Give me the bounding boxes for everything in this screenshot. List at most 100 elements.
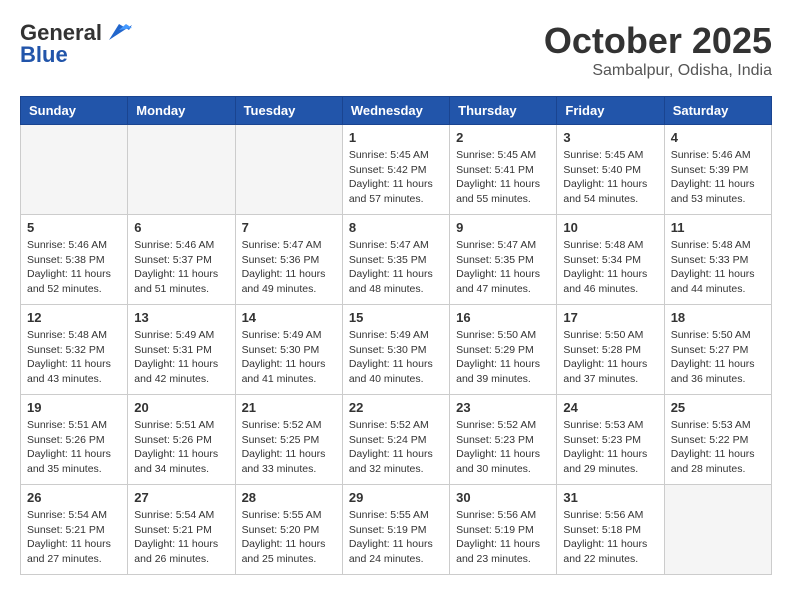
- day-number: 30: [456, 490, 550, 505]
- calendar-cell: 30 Sunrise: 5:56 AMSunset: 5:19 PMDayligh…: [450, 485, 557, 575]
- day-info: Sunrise: 5:55 AMSunset: 5:19 PMDaylight:…: [349, 508, 443, 567]
- month-title: October 2025: [544, 20, 772, 62]
- day-info: Sunrise: 5:49 AMSunset: 5:30 PMDaylight:…: [242, 328, 336, 387]
- calendar-cell: 14Sunrise: 5:49 AMSunset: 5:30 PMDayligh…: [235, 305, 342, 395]
- day-number: 12: [27, 310, 121, 325]
- calendar-cell: 31 Sunrise: 5:56 AMSunset: 5:18 PMDayligh…: [557, 485, 664, 575]
- day-info: Sunrise: 5:48 AMSunset: 5:33 PMDaylight:…: [671, 238, 765, 297]
- weekday-header-friday: Friday: [557, 97, 664, 125]
- weekday-header-thursday: Thursday: [450, 97, 557, 125]
- day-info: Sunrise: 5:49 AMSunset: 5:30 PMDaylight:…: [349, 328, 443, 387]
- weekday-header-wednesday: Wednesday: [342, 97, 449, 125]
- day-info: Sunrise: 5:52 AMSunset: 5:23 PMDaylight:…: [456, 418, 550, 477]
- day-number: 16: [456, 310, 550, 325]
- calendar-cell: 18 Sunrise: 5:50 AMSunset: 5:27 PMDayligh…: [664, 305, 771, 395]
- day-number: 15: [349, 310, 443, 325]
- day-info: Sunrise: 5:55 AMSunset: 5:20 PMDaylight:…: [242, 508, 336, 567]
- location-title: Sambalpur, Odisha, India: [544, 62, 772, 80]
- calendar-week-row: 12Sunrise: 5:48 AMSunset: 5:32 PMDayligh…: [21, 305, 772, 395]
- calendar-cell: 12Sunrise: 5:48 AMSunset: 5:32 PMDayligh…: [21, 305, 128, 395]
- day-number: 10: [563, 220, 657, 235]
- day-info: Sunrise: 5:52 AMSunset: 5:24 PMDaylight:…: [349, 418, 443, 477]
- day-number: 22: [349, 400, 443, 415]
- calendar-cell: 9 Sunrise: 5:47 AMSunset: 5:35 PMDaylight…: [450, 215, 557, 305]
- calendar-cell: 16 Sunrise: 5:50 AMSunset: 5:29 PMDayligh…: [450, 305, 557, 395]
- calendar-cell: [21, 125, 128, 215]
- calendar-cell: 2Sunrise: 5:45 AMSunset: 5:41 PMDaylight…: [450, 125, 557, 215]
- day-info: Sunrise: 5:50 AMSunset: 5:27 PMDaylight:…: [671, 328, 765, 387]
- calendar-cell: 7 Sunrise: 5:47 AMSunset: 5:36 PMDaylight…: [235, 215, 342, 305]
- day-number: 11: [671, 220, 765, 235]
- day-info: Sunrise: 5:46 AMSunset: 5:37 PMDaylight:…: [134, 238, 228, 297]
- day-info: Sunrise: 5:56 AMSunset: 5:19 PMDaylight:…: [456, 508, 550, 567]
- calendar-cell: 11 Sunrise: 5:48 AMSunset: 5:33 PMDayligh…: [664, 215, 771, 305]
- day-number: 28: [242, 490, 336, 505]
- day-number: 17: [563, 310, 657, 325]
- day-number: 19: [27, 400, 121, 415]
- weekday-header-tuesday: Tuesday: [235, 97, 342, 125]
- day-info: Sunrise: 5:51 AMSunset: 5:26 PMDaylight:…: [134, 418, 228, 477]
- calendar-cell: 13 Sunrise: 5:49 AMSunset: 5:31 PMDayligh…: [128, 305, 235, 395]
- day-info: Sunrise: 5:56 AMSunset: 5:18 PMDaylight:…: [563, 508, 657, 567]
- calendar-cell: 26 Sunrise: 5:54 AMSunset: 5:21 PMDayligh…: [21, 485, 128, 575]
- calendar-cell: [128, 125, 235, 215]
- day-number: 4: [671, 130, 765, 145]
- day-number: 8: [349, 220, 443, 235]
- calendar-cell: 20 Sunrise: 5:51 AMSunset: 5:26 PMDayligh…: [128, 395, 235, 485]
- calendar-cell: 5Sunrise: 5:46 AMSunset: 5:38 PMDaylight…: [21, 215, 128, 305]
- day-number: 24: [563, 400, 657, 415]
- header: General Blue October 2025 Sambalpur, Odi…: [20, 20, 772, 80]
- calendar-cell: 21Sunrise: 5:52 AMSunset: 5:25 PMDayligh…: [235, 395, 342, 485]
- calendar-week-row: 19 Sunrise: 5:51 AMSunset: 5:26 PMDayligh…: [21, 395, 772, 485]
- day-number: 7: [242, 220, 336, 235]
- day-number: 5: [27, 220, 121, 235]
- logo: General Blue: [20, 20, 134, 68]
- calendar-cell: 15 Sunrise: 5:49 AMSunset: 5:30 PMDayligh…: [342, 305, 449, 395]
- calendar-cell: 1Sunrise: 5:45 AMSunset: 5:42 PMDaylight…: [342, 125, 449, 215]
- day-number: 25: [671, 400, 765, 415]
- day-info: Sunrise: 5:53 AMSunset: 5:23 PMDaylight:…: [563, 418, 657, 477]
- day-number: 20: [134, 400, 228, 415]
- day-number: 2: [456, 130, 550, 145]
- weekday-header-sunday: Sunday: [21, 97, 128, 125]
- weekday-header-row: SundayMondayTuesdayWednesdayThursdayFrid…: [21, 97, 772, 125]
- calendar-cell: 29 Sunrise: 5:55 AMSunset: 5:19 PMDayligh…: [342, 485, 449, 575]
- day-number: 29: [349, 490, 443, 505]
- calendar-cell: 23Sunrise: 5:52 AMSunset: 5:23 PMDayligh…: [450, 395, 557, 485]
- logo-icon: [104, 22, 134, 44]
- day-number: 9: [456, 220, 550, 235]
- calendar-cell: [664, 485, 771, 575]
- weekday-header-monday: Monday: [128, 97, 235, 125]
- day-info: Sunrise: 5:52 AMSunset: 5:25 PMDaylight:…: [242, 418, 336, 477]
- day-number: 13: [134, 310, 228, 325]
- calendar-cell: 27Sunrise: 5:54 AMSunset: 5:21 PMDayligh…: [128, 485, 235, 575]
- day-number: 18: [671, 310, 765, 325]
- day-info: Sunrise: 5:47 AMSunset: 5:35 PMDaylight:…: [349, 238, 443, 297]
- day-info: Sunrise: 5:49 AMSunset: 5:31 PMDaylight:…: [134, 328, 228, 387]
- day-info: Sunrise: 5:54 AMSunset: 5:21 PMDaylight:…: [27, 508, 121, 567]
- calendar-cell: 8 Sunrise: 5:47 AMSunset: 5:35 PMDaylight…: [342, 215, 449, 305]
- day-info: Sunrise: 5:54 AMSunset: 5:21 PMDaylight:…: [134, 508, 228, 567]
- calendar-cell: 19 Sunrise: 5:51 AMSunset: 5:26 PMDayligh…: [21, 395, 128, 485]
- day-info: Sunrise: 5:46 AMSunset: 5:39 PMDaylight:…: [671, 148, 765, 207]
- calendar-week-row: 1Sunrise: 5:45 AMSunset: 5:42 PMDaylight…: [21, 125, 772, 215]
- calendar-cell: 4 Sunrise: 5:46 AMSunset: 5:39 PMDaylight…: [664, 125, 771, 215]
- calendar-cell: 10 Sunrise: 5:48 AMSunset: 5:34 PMDayligh…: [557, 215, 664, 305]
- day-info: Sunrise: 5:51 AMSunset: 5:26 PMDaylight:…: [27, 418, 121, 477]
- day-info: Sunrise: 5:53 AMSunset: 5:22 PMDaylight:…: [671, 418, 765, 477]
- day-info: Sunrise: 5:47 AMSunset: 5:36 PMDaylight:…: [242, 238, 336, 297]
- weekday-header-saturday: Saturday: [664, 97, 771, 125]
- calendar-cell: 6Sunrise: 5:46 AMSunset: 5:37 PMDaylight…: [128, 215, 235, 305]
- day-info: Sunrise: 5:50 AMSunset: 5:29 PMDaylight:…: [456, 328, 550, 387]
- calendar: SundayMondayTuesdayWednesdayThursdayFrid…: [20, 96, 772, 575]
- calendar-cell: 25 Sunrise: 5:53 AMSunset: 5:22 PMDayligh…: [664, 395, 771, 485]
- day-number: 26: [27, 490, 121, 505]
- day-info: Sunrise: 5:47 AMSunset: 5:35 PMDaylight:…: [456, 238, 550, 297]
- calendar-cell: 22 Sunrise: 5:52 AMSunset: 5:24 PMDayligh…: [342, 395, 449, 485]
- day-info: Sunrise: 5:48 AMSunset: 5:34 PMDaylight:…: [563, 238, 657, 297]
- logo-blue: Blue: [20, 42, 68, 68]
- calendar-week-row: 5Sunrise: 5:46 AMSunset: 5:38 PMDaylight…: [21, 215, 772, 305]
- day-info: Sunrise: 5:45 AMSunset: 5:40 PMDaylight:…: [563, 148, 657, 207]
- day-number: 31: [563, 490, 657, 505]
- calendar-week-row: 26 Sunrise: 5:54 AMSunset: 5:21 PMDayligh…: [21, 485, 772, 575]
